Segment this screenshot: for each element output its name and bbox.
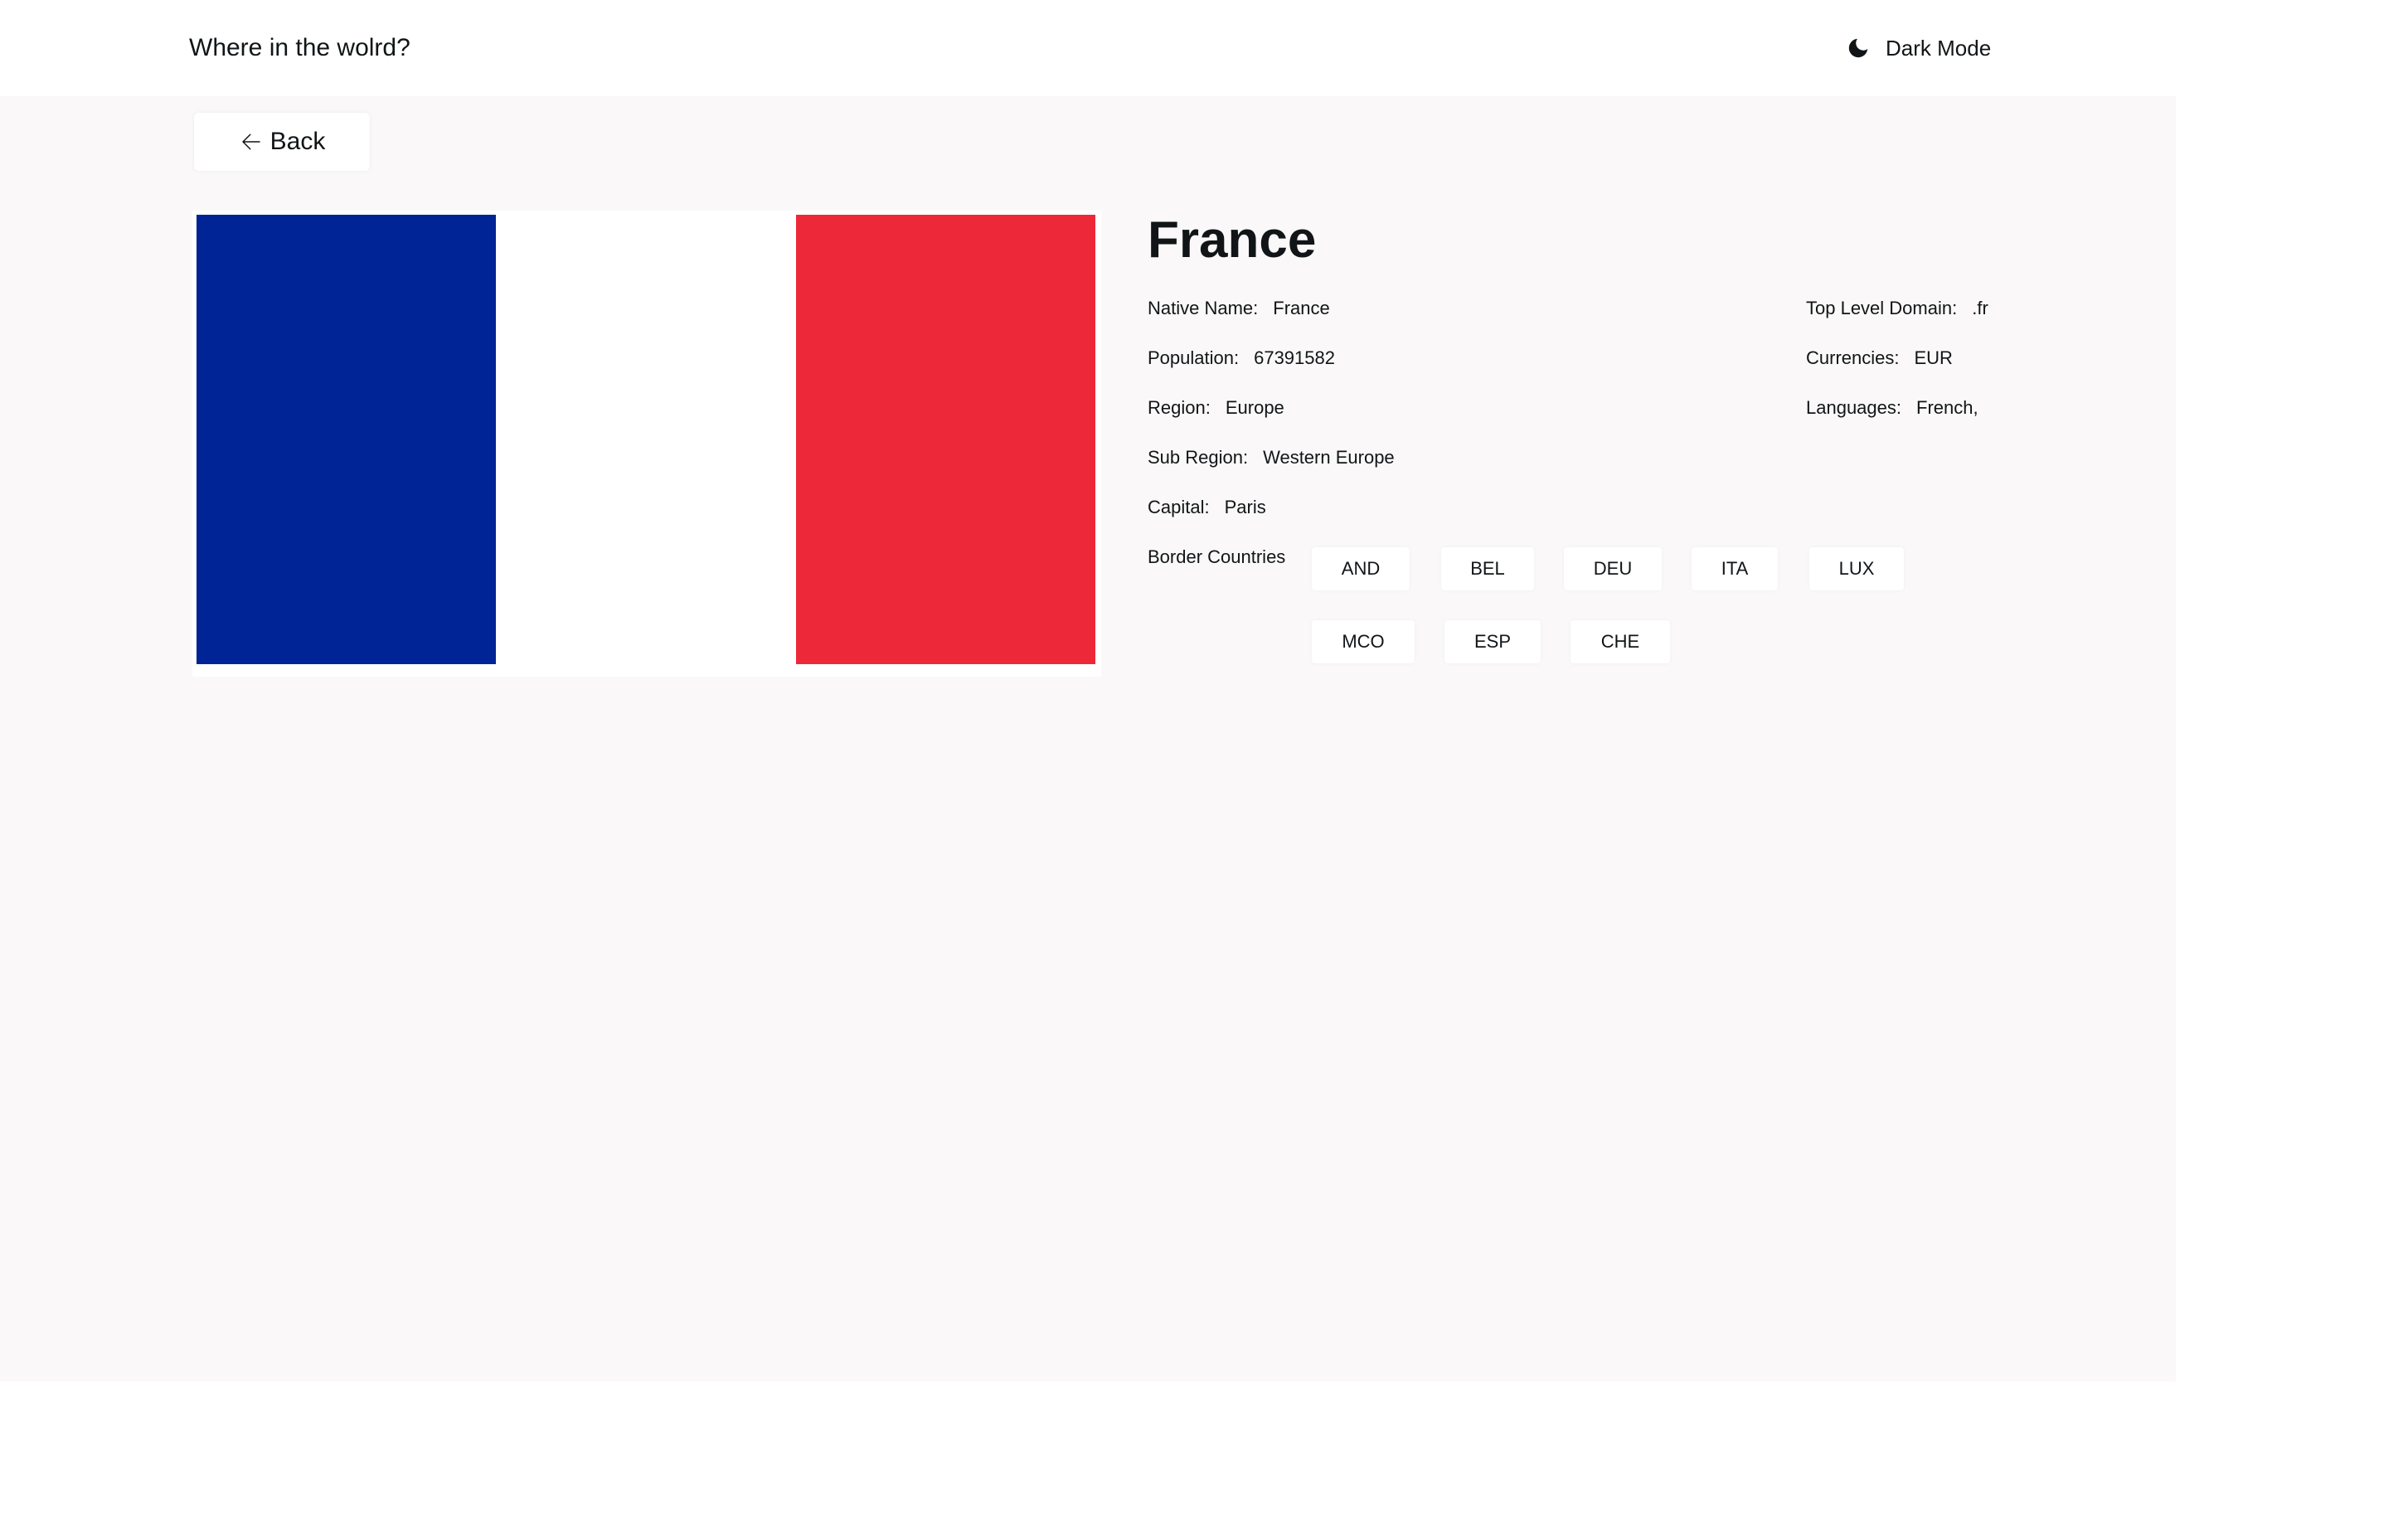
back-button-label: Back (269, 128, 326, 155)
region-value: Europe (1225, 397, 1284, 418)
arrow-left-icon (239, 129, 270, 154)
currencies-row: Currencies: EUR (1806, 347, 1953, 370)
population-row: Population: 67391582 (1148, 347, 1335, 370)
dark-mode-label: Dark Mode (1886, 35, 1992, 61)
country-flag (197, 215, 1095, 664)
capital-label: Capital: (1148, 497, 1210, 517)
tld-row: Top Level Domain: .fr (1806, 297, 1988, 320)
border-country-chip[interactable]: BEL (1441, 547, 1534, 590)
dark-mode-toggle[interactable]: Dark Mode (1846, 32, 1991, 65)
currencies-label: Currencies: (1806, 347, 1900, 368)
population-value: 67391582 (1254, 347, 1335, 368)
capital-row: Capital: Paris (1148, 496, 1266, 519)
flag-stripe-blue (197, 215, 497, 664)
languages-label: Languages: (1806, 397, 1901, 418)
app-header: Where in the wolrd? Dark Mode (0, 0, 2408, 96)
native-name-row: Native Name: France (1148, 297, 1330, 320)
border-countries-label: Border Countries (1148, 546, 1286, 567)
country-name: France (1148, 211, 1317, 269)
native-name-value: France (1273, 298, 1330, 318)
app-title: Where in the wolrd? (189, 34, 410, 61)
native-name-label: Native Name: (1148, 298, 1259, 318)
tld-label: Top Level Domain: (1806, 298, 1958, 318)
border-country-chip[interactable]: CHE (1571, 620, 1670, 663)
border-country-chip[interactable]: ESP (1444, 620, 1541, 663)
tld-value: .fr (1972, 298, 1988, 318)
flag-stripe-red (795, 215, 1095, 664)
region-row: Region: Europe (1148, 396, 1284, 420)
sub-region-label: Sub Region: (1148, 447, 1249, 468)
detail-page: Back France Native Name: France Populatio… (0, 96, 2176, 1381)
flag-container (192, 211, 1101, 677)
sub-region-row: Sub Region: Western Europe (1148, 446, 1395, 469)
border-country-chip[interactable]: DEU (1564, 547, 1662, 590)
languages-value: French, (1916, 397, 1978, 418)
capital-value: Paris (1224, 497, 1266, 517)
currencies-value: EUR (1914, 347, 1953, 368)
flag-stripe-white (496, 215, 796, 664)
sub-region-value: Western Europe (1263, 447, 1395, 468)
region-label: Region: (1148, 397, 1211, 418)
border-country-chip[interactable]: MCO (1312, 620, 1415, 663)
border-country-chip[interactable]: ITA (1692, 547, 1778, 590)
border-country-chip[interactable]: AND (1312, 547, 1410, 590)
languages-row: Languages: French, (1806, 396, 1978, 420)
back-button[interactable]: Back (194, 113, 370, 171)
moon-icon (1846, 36, 1871, 61)
border-country-chip[interactable]: LUX (1809, 547, 1904, 590)
population-label: Population: (1148, 347, 1240, 368)
